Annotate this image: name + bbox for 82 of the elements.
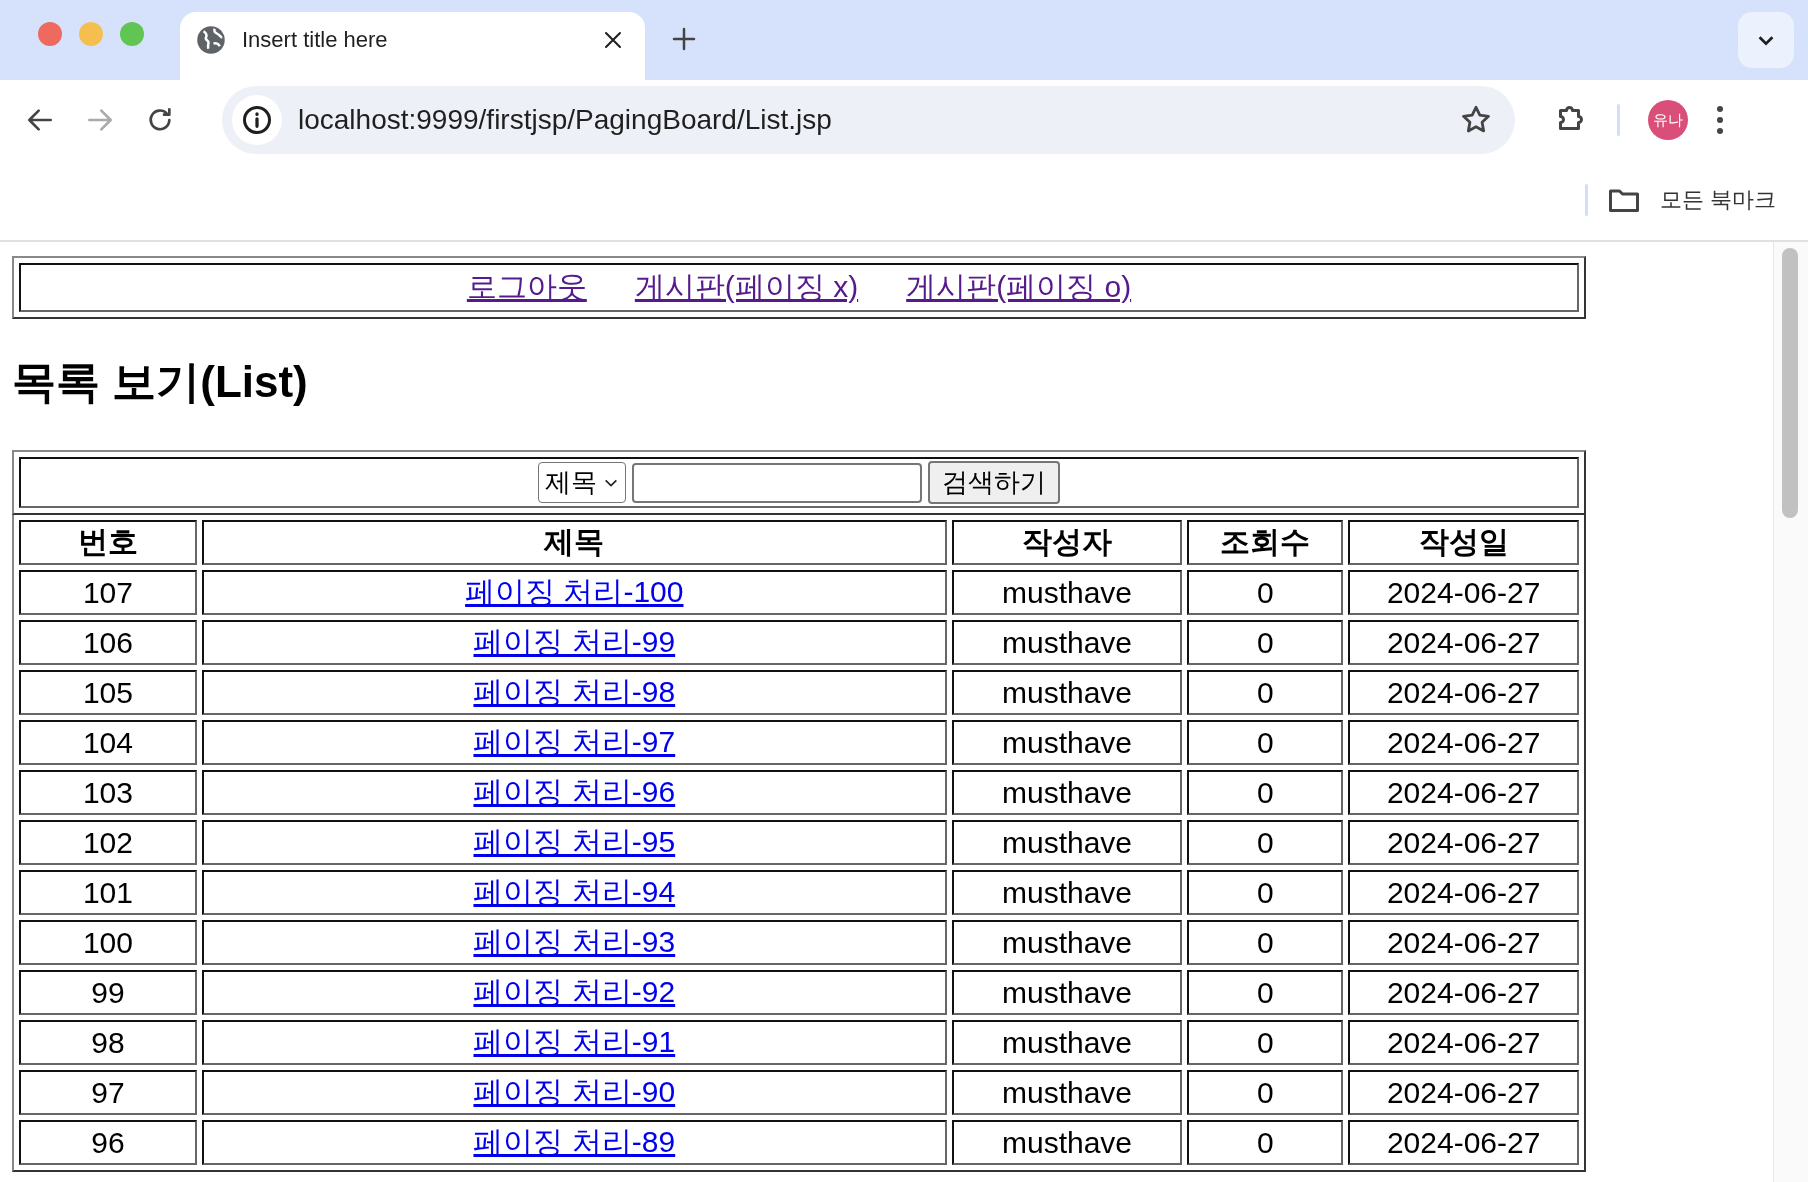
table-cell: 2024-06-27 — [1348, 920, 1579, 965]
address-bar[interactable]: localhost:9999/firstjsp/PagingBoard/List.jsp — [222, 86, 1515, 154]
table-cell: 0 — [1187, 1020, 1344, 1065]
table-cell: musthave — [951, 620, 1183, 665]
column-header: 작성자 — [951, 520, 1183, 565]
table-cell: 98 — [19, 1020, 197, 1065]
menu-icon[interactable] — [1716, 105, 1724, 135]
table-cell: 104 — [19, 720, 197, 765]
table-cell: 2024-06-27 — [1348, 620, 1579, 665]
table-cell: 106 — [19, 620, 197, 665]
page-heading: 목록 보기(List) — [12, 356, 309, 408]
nav-link[interactable]: 게시판(페이징 x) — [634, 270, 859, 303]
table-cell: 2024-06-27 — [1348, 820, 1579, 865]
nav-link[interactable]: 로그아웃 — [466, 270, 587, 303]
table-cell: 2024-06-27 — [1348, 670, 1579, 715]
table-cell: 2024-06-27 — [1348, 970, 1579, 1015]
table-cell: 103 — [19, 770, 197, 815]
table-cell: 0 — [1187, 920, 1344, 965]
url-text: localhost:9999/firstjsp/PagingBoard/List.jsp — [298, 104, 833, 136]
table-cell: musthave — [951, 670, 1183, 715]
table-cell: musthave — [951, 870, 1183, 915]
column-header: 번호 — [19, 520, 197, 565]
table-cell: musthave — [951, 820, 1183, 865]
column-header: 제목 — [201, 520, 947, 565]
tab-title: Insert title here — [242, 27, 389, 53]
table-cell: 2024-06-27 — [1348, 1070, 1579, 1115]
table-cell: musthave — [951, 770, 1183, 815]
scrollbar-thumb[interactable] — [1782, 248, 1798, 518]
nav-link[interactable]: 게시판(페이징 o) — [906, 270, 1132, 303]
table-cell: musthave — [951, 1070, 1183, 1115]
search-field-select[interactable]: 제목 — [538, 462, 626, 503]
table-cell: 0 — [1187, 570, 1344, 615]
table-cell: musthave — [951, 570, 1183, 615]
table-cell: 0 — [1187, 1070, 1344, 1115]
post-link[interactable]: 페이징 처리-91 — [473, 1025, 676, 1058]
profile-avatar[interactable]: 유나 — [1648, 100, 1688, 140]
post-link[interactable]: 페이징 처리-90 — [473, 1075, 676, 1108]
table-cell: 0 — [1187, 720, 1344, 765]
table-cell: 0 — [1187, 820, 1344, 865]
post-link[interactable]: 페이징 처리-98 — [473, 675, 676, 708]
bookmarks-label[interactable]: 모든 북마크 — [1659, 185, 1776, 215]
table-cell: musthave — [951, 1020, 1183, 1065]
table-cell: 2024-06-27 — [1348, 870, 1579, 915]
column-header: 조회수 — [1187, 520, 1344, 565]
post-link[interactable]: 페이징 처리-92 — [473, 975, 676, 1008]
table-cell: 0 — [1187, 870, 1344, 915]
table-cell: 101 — [19, 870, 197, 915]
table-cell: 0 — [1187, 620, 1344, 665]
post-link[interactable]: 페이징 처리-93 — [473, 925, 676, 958]
post-link[interactable]: 페이징 처리-97 — [473, 725, 676, 758]
table-cell: 0 — [1187, 1120, 1344, 1165]
table-cell: 2024-06-27 — [1348, 1020, 1579, 1065]
post-link[interactable]: 페이징 처리-94 — [473, 875, 676, 908]
globe-icon — [196, 25, 226, 55]
table-cell: 2024-06-27 — [1348, 720, 1579, 765]
search-button[interactable]: 검색하기 — [928, 461, 1060, 504]
browser-tab[interactable]: Insert title here — [180, 12, 645, 80]
search-input[interactable] — [632, 462, 922, 503]
post-link[interactable]: 페이징 처리-100 — [465, 575, 684, 608]
table-cell: musthave — [951, 970, 1183, 1015]
table-cell: 99 — [19, 970, 197, 1015]
post-link[interactable]: 페이징 처리-96 — [473, 775, 676, 808]
post-link[interactable]: 페이징 처리-99 — [473, 625, 676, 658]
table-cell: musthave — [951, 720, 1183, 765]
table-cell: 107 — [19, 570, 197, 615]
table-cell: 0 — [1187, 970, 1344, 1015]
post-link[interactable]: 페이징 처리-89 — [473, 1125, 676, 1158]
column-header: 작성일 — [1348, 520, 1579, 565]
table-cell: 105 — [19, 670, 197, 715]
table-cell: 2024-06-27 — [1348, 570, 1579, 615]
table-cell: musthave — [951, 1120, 1183, 1165]
table-cell: 96 — [19, 1120, 197, 1165]
table-cell: musthave — [951, 920, 1183, 965]
table-cell: 0 — [1187, 670, 1344, 715]
table-cell: 102 — [19, 820, 197, 865]
table-cell: 97 — [19, 1070, 197, 1115]
table-cell: 2024-06-27 — [1348, 1120, 1579, 1165]
post-link[interactable]: 페이징 처리-95 — [473, 825, 676, 858]
info-icon[interactable] — [242, 105, 272, 135]
table-cell: 2024-06-27 — [1348, 770, 1579, 815]
table-cell: 100 — [19, 920, 197, 965]
table-cell: 0 — [1187, 770, 1344, 815]
